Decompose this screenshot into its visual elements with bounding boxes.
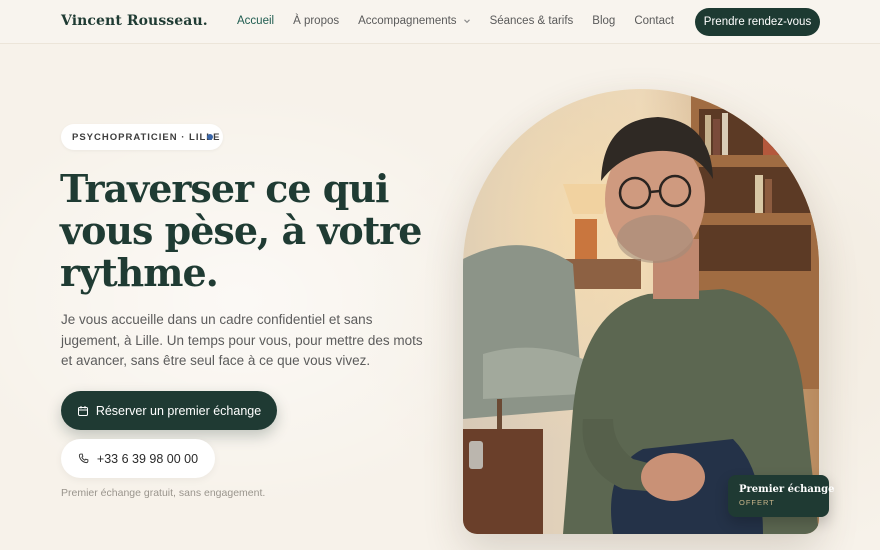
nav-label: Contact (634, 15, 674, 27)
badge-label: PSYCHOPRATICIEN · LILLE (72, 131, 221, 143)
hero-lead: Je vous accueille dans un cadre confiden… (61, 312, 423, 368)
headline-line: vous pèse, à votre (60, 208, 422, 253)
nav-item-a-propos[interactable]: À propos (293, 15, 339, 27)
nav-item-contact[interactable]: Contact (634, 15, 674, 27)
hero-headline: Traverser ce qui vous pèse, à votre ryth… (60, 168, 440, 294)
nav-label: Séances & tarifs (489, 15, 574, 27)
portrait-photo (463, 89, 819, 534)
headline-line: Traverser ce qui (60, 166, 389, 211)
nav-item-seances-tarifs[interactable]: Séances & tarifs (490, 15, 574, 27)
site-header: Vincent Rousseau. Accueil À propos Accom… (0, 0, 880, 44)
profession-badge: PSYCHOPRATICIEN · LILLE (61, 124, 223, 150)
site-logo[interactable]: Vincent Rousseau. (61, 13, 208, 29)
offer-subtitle: OFFERT (739, 498, 775, 507)
offer-title: Premier échange (739, 484, 835, 495)
nav-item-accompagnements[interactable]: Accompagnements (358, 15, 470, 27)
nav-item-accueil[interactable]: Accueil (237, 15, 274, 27)
phone-icon (78, 453, 89, 464)
nav-label: Accueil (237, 15, 275, 27)
free-session-note: Premier échange gratuit, sans engagement… (61, 487, 266, 499)
chevron-down-icon (463, 19, 470, 24)
nav-label: À propos (293, 15, 340, 27)
reserve-first-session-button[interactable]: Réserver un premier échange (61, 391, 277, 430)
nav-item-blog[interactable]: Blog (592, 15, 615, 27)
free-offer-badge: Premier échange OFFERT (728, 475, 835, 517)
book-appointment-button[interactable]: Prendre rendez-vous (695, 8, 820, 36)
badge-dot (207, 134, 213, 140)
button-label: +33 6 39 98 00 00 (96, 451, 199, 466)
nav-label: Blog (592, 15, 616, 27)
main-nav: Accueil À propos Accompagnements Séances… (237, 15, 693, 27)
button-label: Réserver un premier échange (95, 403, 262, 418)
phone-button[interactable]: +33 6 39 98 00 00 (61, 439, 215, 478)
nav-label: Accompagnements (358, 15, 457, 27)
headline-line: rythme. (60, 250, 219, 295)
calendar-icon (77, 405, 88, 416)
